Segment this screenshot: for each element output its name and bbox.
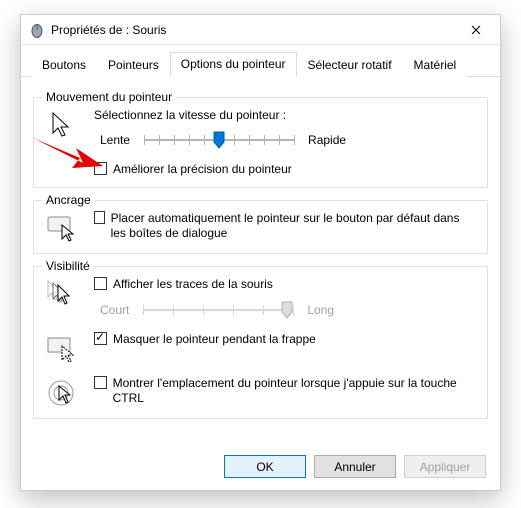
tab-content: Mouvement du pointeur Sélectionnez la vi… [21,77,500,431]
group-snap-title: Ancrage [42,193,95,207]
snap-to-default-label: Placer automatiquement le pointeur sur l… [111,211,477,241]
mouse-icon [29,22,45,38]
trails-slider-thumb [281,301,293,319]
enhance-precision-checkbox[interactable] [94,162,107,175]
speed-slider-thumb[interactable] [213,131,225,149]
ctrl-locate-icon [44,376,82,408]
show-ctrl-location-label: Montrer l'emplacement du pointeur lorsqu… [113,376,477,406]
titlebar: Propriétés de : Souris [21,15,500,45]
tab-buttons[interactable]: Boutons [31,53,97,77]
pointer-trails-label: Afficher les traces de la souris [113,277,273,292]
group-visibility-title: Visibilité [42,259,94,273]
trails-slider: Court Long [100,300,477,320]
window-title: Propriétés de : Souris [51,23,454,37]
snap-icon [44,211,82,243]
enhance-precision-label: Améliorer la précision du pointeur [113,162,292,177]
tab-strip: Boutons Pointeurs Options du pointeur Sé… [21,45,500,77]
hide-while-typing-checkbox[interactable] [94,332,107,345]
pointer-trails-checkbox[interactable] [94,277,107,290]
show-ctrl-location-checkbox[interactable] [94,376,107,389]
speed-fast-label: Rapide [308,133,346,147]
tab-wheel[interactable]: Sélecteur rotatif [297,53,403,77]
snap-to-default-checkbox[interactable] [94,211,105,224]
group-motion: Mouvement du pointeur Sélectionnez la vi… [33,97,488,188]
hide-while-typing-label: Masquer le pointeur pendant la frappe [113,332,316,347]
speed-slow-label: Lente [100,133,130,147]
group-snap: Ancrage Placer automatiquement le pointe… [33,200,488,254]
close-button[interactable] [454,16,498,44]
tab-pointers[interactable]: Pointeurs [97,53,170,77]
group-motion-title: Mouvement du pointeur [42,90,176,104]
dialog-buttons: OK Annuler Appliquer [224,455,486,478]
cursor-icon [44,108,82,140]
speed-prompt: Sélectionnez la vitesse du pointeur : [94,108,477,122]
hide-typing-icon [44,332,82,364]
tab-pointer-options[interactable]: Options du pointeur [170,52,297,77]
apply-button: Appliquer [404,455,486,478]
properties-dialog: Propriétés de : Souris Boutons Pointeurs… [20,14,501,491]
trails-long-label: Long [307,303,334,317]
tab-hardware[interactable]: Matériel [403,53,468,77]
group-visibility: Visibilité Afficher les traces de la sou… [33,266,488,419]
trails-short-label: Court [100,303,129,317]
trails-icon [44,277,82,309]
speed-slider[interactable]: Lente Rapide [100,130,477,150]
cancel-button[interactable]: Annuler [314,455,396,478]
ok-button[interactable]: OK [224,455,306,478]
